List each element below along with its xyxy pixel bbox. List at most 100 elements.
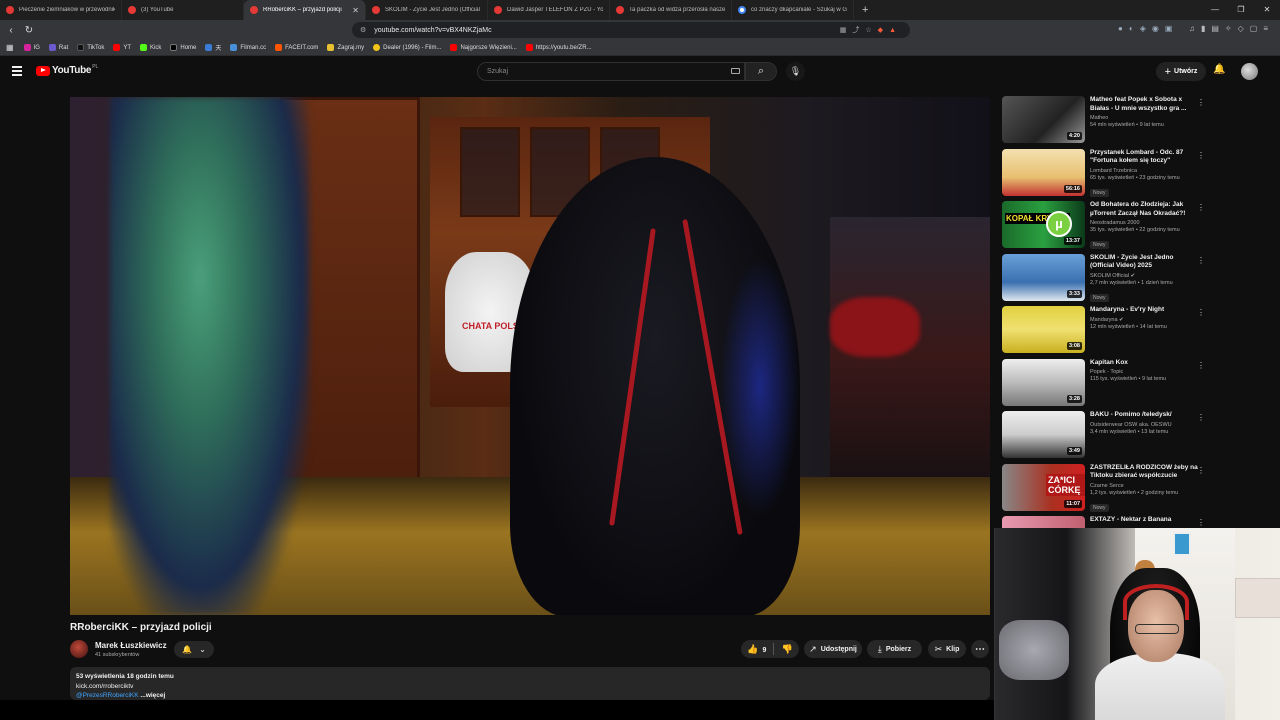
kebab-menu-icon[interactable]: ⋮ bbox=[1197, 466, 1205, 475]
show-more-link[interactable]: ...więcej bbox=[139, 692, 165, 699]
bookmark-item[interactable]: YT bbox=[113, 44, 131, 51]
translate-icon[interactable]: ▦ bbox=[840, 27, 853, 34]
maximize-icon[interactable]: ❐ bbox=[1228, 0, 1254, 20]
recommendation-title[interactable]: BAKU - Pomimo /teledysk/ bbox=[1090, 411, 1198, 420]
bookmark-item[interactable]: https://youtu.be/ZR... bbox=[525, 44, 592, 51]
kebab-menu-icon[interactable]: ⋮ bbox=[1197, 308, 1205, 317]
browser-tab[interactable]: Pieczenie ziemniaków w przewodnika bbox=[0, 0, 122, 20]
ai-icon[interactable]: ✧ bbox=[1225, 24, 1238, 33]
vpn-icon[interactable]: ◇ bbox=[1238, 24, 1250, 33]
video-thumbnail[interactable]: KOPAŁ KRYPTO µ 13:37 bbox=[1002, 201, 1085, 248]
share-button[interactable]: ↗ Udostępnij bbox=[804, 640, 862, 658]
recommendation-item[interactable]: ZA*ICI CÓRKĘ 11:07 ZASTRZELIŁA RODZICÓW … bbox=[1002, 463, 1206, 517]
recommendation-item[interactable]: 3:49 BAKU - Pomimo /teledysk/ Outsiderwe… bbox=[1002, 411, 1206, 464]
notifications-bell-icon[interactable]: 🔔 bbox=[1213, 64, 1225, 75]
kebab-menu-icon[interactable]: ⋮ bbox=[1197, 518, 1205, 527]
recommendation-item[interactable]: 56:16 Przystanek Lombard - Odc. 87 "Fort… bbox=[1002, 148, 1206, 202]
recommendation-channel[interactable]: Popek - Topic bbox=[1090, 369, 1198, 375]
close-window-icon[interactable]: ✕ bbox=[1254, 0, 1280, 20]
url-bar[interactable]: ⚙ youtube.com/watch?v=vBX4NKZjaMc ▦⤴☆◆▲ bbox=[352, 22, 910, 38]
bookmark-item[interactable]: Dealer (1996) - Film... bbox=[373, 44, 441, 51]
recommendation-item[interactable]: 3:28 Kapitan Kox Popek - Topic 115 tys. … bbox=[1002, 358, 1206, 412]
close-tab-icon[interactable]: ✕ bbox=[352, 6, 359, 15]
recommendation-title[interactable]: ZASTRZELIŁA RODZICÓW żeby na Tiktoku zbi… bbox=[1090, 464, 1198, 481]
youtube-logo[interactable]: YouTube PL bbox=[36, 64, 98, 76]
bookmark-item[interactable]: FACEIT.com bbox=[275, 44, 318, 51]
recommendation-channel[interactable]: SKOLIM Official ✔ bbox=[1090, 273, 1198, 279]
search-button[interactable]: ⌕ bbox=[745, 62, 777, 81]
recommendation-channel[interactable]: Neostradamus 2000 bbox=[1090, 220, 1198, 226]
bookmark-item[interactable]: TikTok bbox=[77, 44, 104, 51]
kebab-menu-icon[interactable]: ⋮ bbox=[1197, 151, 1205, 160]
kebab-menu-icon[interactable]: ⋮ bbox=[1197, 98, 1205, 107]
share-page-icon[interactable]: ⤴ bbox=[852, 27, 865, 34]
recommendation-channel[interactable]: Czarne Serce bbox=[1090, 483, 1198, 489]
extension-icon[interactable]: ◈ bbox=[1140, 24, 1152, 33]
bookmark-item[interactable]: Home bbox=[170, 44, 196, 51]
keyboard-icon[interactable] bbox=[731, 68, 740, 74]
recommendation-title[interactable]: Kapitan Kox bbox=[1090, 359, 1198, 368]
star-icon[interactable]: ☆ bbox=[865, 27, 877, 34]
subscription-bell-button[interactable]: 🔔 ⌄ bbox=[174, 641, 214, 658]
back-icon[interactable]: ‹ bbox=[4, 25, 18, 36]
kebab-menu-icon[interactable]: ⋮ bbox=[1197, 203, 1205, 212]
new-tab-button[interactable]: + bbox=[862, 4, 868, 16]
video-thumbnail[interactable]: 3:28 bbox=[1002, 358, 1085, 406]
video-thumbnail[interactable]: ZA*ICI CÓRKĘ 11:07 bbox=[1002, 463, 1085, 511]
recommendation-channel[interactable]: Matheo bbox=[1090, 115, 1198, 121]
extension-icon[interactable]: ◐ bbox=[1129, 24, 1140, 33]
channel-avatar[interactable] bbox=[70, 640, 88, 658]
apps-icon[interactable]: ▦ bbox=[6, 43, 14, 52]
browser-tab[interactable]: SKOLIM - Życie Jest Jedno (Official V bbox=[366, 0, 488, 20]
recommendation-channel[interactable]: Mandaryna ✔ bbox=[1090, 317, 1198, 323]
bookmark-item[interactable]: Najgorsze Więzieni... bbox=[450, 44, 517, 51]
hamburger-menu-icon[interactable] bbox=[12, 66, 22, 76]
site-info-icon[interactable]: ⚙ bbox=[360, 26, 366, 34]
video-thumbnail[interactable]: 3:49 bbox=[1002, 411, 1085, 458]
kebab-menu-icon[interactable]: ⋮ bbox=[1197, 361, 1205, 370]
extension-icon[interactable]: ● bbox=[1118, 24, 1129, 33]
browser-tab-active[interactable]: RRoberciKK – przyjazd policji ✕ bbox=[244, 0, 366, 20]
description-box[interactable]: 53 wyświetlenia 18 godzin temu kick.com/… bbox=[70, 667, 990, 700]
recommendation-title[interactable]: Mandaryna - Ev'ry Night bbox=[1090, 306, 1198, 315]
tabs-icon[interactable]: ▤ bbox=[1211, 24, 1225, 33]
recommendation-title[interactable]: Matheo feat Popek x Sobota x Białas - U … bbox=[1090, 96, 1198, 113]
recommendation-title[interactable]: SKOLIM - Życie Jest Jedno (Official Vide… bbox=[1090, 254, 1198, 271]
extension-icon[interactable]: ◉ bbox=[1152, 24, 1165, 33]
create-button[interactable]: + Utwórz bbox=[1156, 62, 1206, 81]
recommendation-channel[interactable]: Outsiderwear OSW aka. OESWU bbox=[1090, 422, 1198, 428]
browser-tab[interactable]: co znaczy dkapcaniale - Szukaj w Go bbox=[732, 0, 854, 20]
music-icon[interactable]: ♫ bbox=[1189, 24, 1201, 33]
like-button[interactable]: 👍 9 bbox=[747, 644, 766, 655]
recommendation-item[interactable]: 3:08 Mandaryna - Ev'ry Night Mandaryna ✔… bbox=[1002, 306, 1206, 359]
download-button[interactable]: ⤓ Pobierz bbox=[867, 640, 922, 658]
extension-icon[interactable]: ▣ bbox=[1165, 24, 1179, 33]
recommendation-title[interactable]: Przystanek Lombard - Odc. 87 "Fortuna ko… bbox=[1090, 149, 1198, 166]
rewards-icon[interactable]: ▲ bbox=[889, 27, 902, 34]
clip-button[interactable]: ✂ Klip bbox=[928, 640, 966, 658]
browser-tab[interactable]: (3) YouTube bbox=[122, 0, 244, 20]
video-thumbnail[interactable]: 4:20 bbox=[1002, 96, 1085, 143]
bookmark-item[interactable]: 天 bbox=[205, 43, 221, 52]
recommendation-item[interactable]: KOPAŁ KRYPTO µ 13:37 Od Bohatera do Złod… bbox=[1002, 201, 1206, 254]
more-actions-button[interactable]: ⋯ bbox=[971, 640, 989, 658]
recommendation-title[interactable]: EXTAZY - Nektar z Banana bbox=[1090, 516, 1198, 525]
channel-name[interactable]: Marek Łuszkiewicz bbox=[95, 641, 167, 650]
bookmark-item[interactable]: Filman.cc bbox=[230, 44, 266, 51]
kebab-menu-icon[interactable]: ⋮ bbox=[1197, 256, 1205, 265]
recommendation-title[interactable]: Od Bohatera do Złodzieja: Jak µTorrent Z… bbox=[1090, 201, 1198, 218]
account-avatar[interactable] bbox=[1241, 63, 1258, 80]
wallet-icon[interactable]: ▢ bbox=[1250, 24, 1264, 33]
dislike-button[interactable]: 👎 bbox=[781, 644, 792, 655]
video-thumbnail[interactable]: 56:16 bbox=[1002, 148, 1085, 196]
reload-icon[interactable]: ↻ bbox=[22, 25, 36, 36]
bookmark-item[interactable]: Rat bbox=[48, 44, 68, 51]
video-player[interactable]: CHATA POLSKA bbox=[70, 97, 990, 615]
sidebar-icon[interactable]: ▮ bbox=[1201, 24, 1211, 33]
brave-shield-icon[interactable]: ◆ bbox=[878, 27, 889, 34]
recommendation-item[interactable]: 4:20 Matheo feat Popek x Sobota x Białas… bbox=[1002, 96, 1206, 149]
voice-search-button[interactable]: 🎙 bbox=[786, 62, 805, 81]
video-thumbnail[interactable]: 3:33 bbox=[1002, 253, 1085, 301]
bookmark-item[interactable]: Zagraj.my bbox=[327, 44, 364, 51]
bookmark-item[interactable]: IG bbox=[23, 44, 40, 51]
